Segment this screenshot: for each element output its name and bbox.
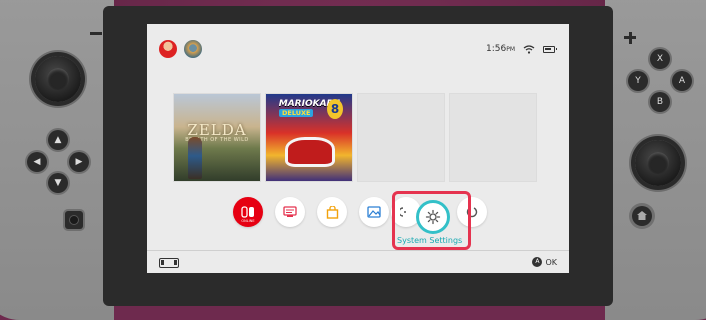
a-button-icon: A	[532, 257, 543, 267]
home-button[interactable]	[632, 206, 652, 226]
left-joycon	[0, 0, 114, 320]
game-subtitle: DELUXE	[279, 109, 314, 117]
plus-button-vertical	[628, 31, 632, 44]
game-list: ZELDA BREATH OF THE WILD MARIOKART DELUX…	[173, 93, 537, 182]
minus-button[interactable]	[90, 32, 102, 35]
game-tile-zelda[interactable]: ZELDA BREATH OF THE WILD	[173, 93, 261, 182]
empty-slot	[357, 93, 445, 182]
dpad-up-button[interactable]: ▲	[48, 130, 68, 150]
online-caption: ONLINE	[241, 219, 255, 223]
game-subtitle: BREATH OF THE WILD	[185, 137, 249, 143]
shopping-bag-icon	[326, 205, 338, 219]
game-tile-mario-kart[interactable]: MARIOKART DELUXE 8	[265, 93, 353, 182]
user-avatar-mario[interactable]	[159, 40, 177, 58]
right-stick[interactable]	[635, 140, 681, 186]
selected-item-label: System Settings	[397, 236, 463, 245]
news-button[interactable]	[275, 197, 305, 227]
system-settings-button[interactable]	[416, 200, 450, 234]
gear-icon	[425, 209, 441, 225]
ok-hint[interactable]: A OK	[532, 257, 557, 267]
news-icon	[283, 206, 297, 217]
footer-bar: A OK	[147, 250, 569, 273]
dpad-left-button[interactable]: ◀	[27, 152, 47, 172]
eshop-button[interactable]	[317, 197, 347, 227]
left-stick[interactable]	[35, 56, 81, 102]
a-button[interactable]: A	[672, 71, 692, 91]
nintendo-online-button[interactable]: ONLINE	[233, 197, 263, 227]
controller-icon[interactable]	[159, 258, 179, 268]
status-bar: 1:56PM	[485, 44, 557, 54]
kart-figure	[285, 137, 335, 167]
b-button[interactable]: B	[650, 92, 670, 112]
album-button[interactable]	[359, 197, 389, 227]
y-button[interactable]: Y	[628, 71, 648, 91]
x-button[interactable]: X	[650, 49, 670, 69]
link-figure	[188, 137, 202, 179]
empty-slot	[449, 93, 537, 182]
ok-label: OK	[545, 257, 557, 267]
battery-icon	[543, 45, 557, 53]
clock: 1:56PM	[485, 44, 515, 54]
photo-icon	[367, 206, 381, 218]
dpad-right-button[interactable]: ▶	[69, 152, 89, 172]
game-badge: 8	[327, 99, 343, 119]
wifi-icon	[523, 44, 535, 54]
capture-button[interactable]	[65, 211, 83, 229]
switch-icon	[241, 206, 254, 218]
home-screen: 1:56PM ZELDA BREATH OF THE WILD MARIOKAR…	[147, 24, 569, 273]
dpad-down-button[interactable]: ▼	[48, 173, 68, 193]
user-avatar-link[interactable]	[184, 40, 202, 58]
